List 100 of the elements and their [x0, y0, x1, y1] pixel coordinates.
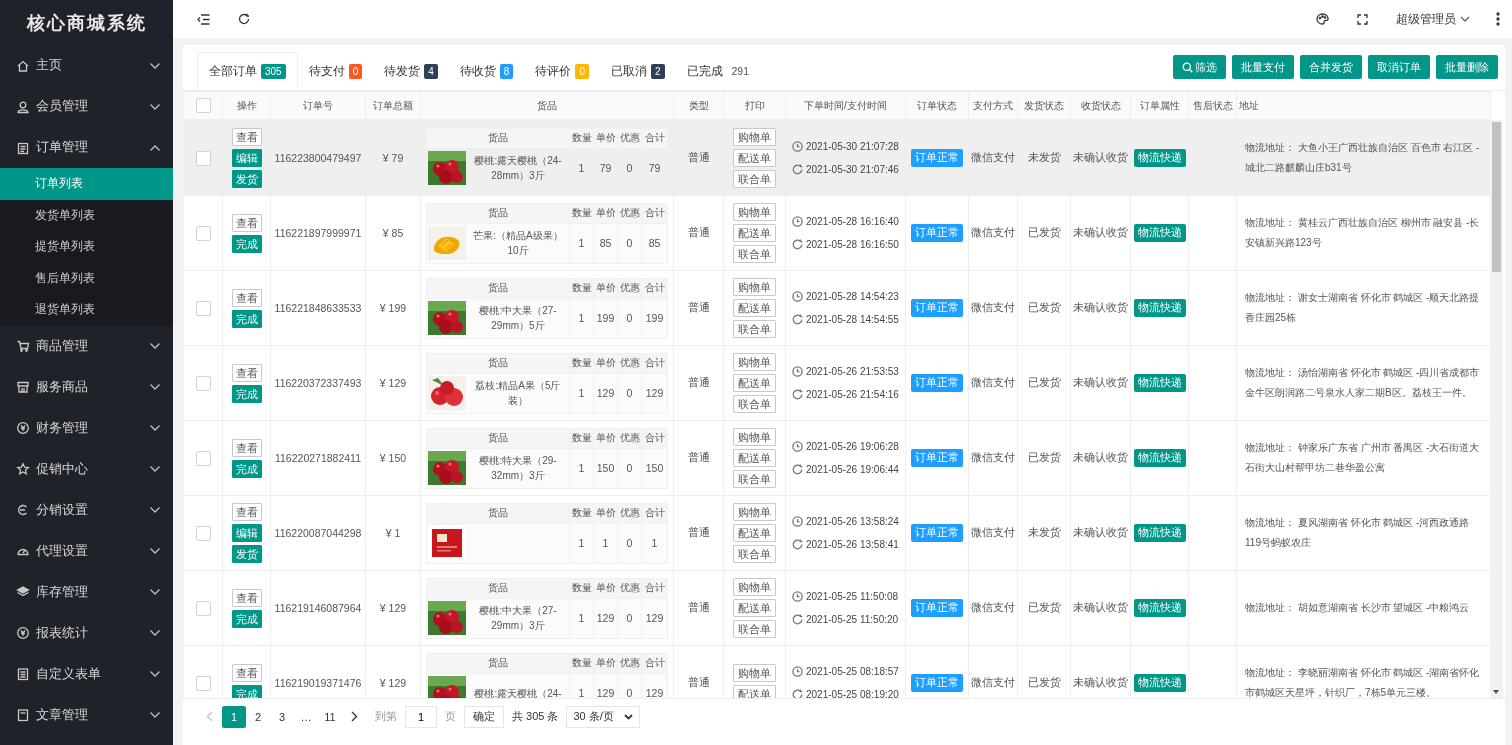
action-button[interactable]: 发货 [231, 545, 262, 563]
tab[interactable]: 待发货 4 [373, 52, 449, 90]
refresh-icon [792, 689, 803, 698]
toolbar-button[interactable]: 取消订单 [1368, 55, 1430, 79]
toolbar-button[interactable]: 合并发货 [1300, 55, 1362, 79]
print-button[interactable]: 购物单 [733, 578, 776, 596]
nav-item[interactable]: 库存管理 [0, 571, 173, 613]
print-button[interactable]: 配送单 [733, 224, 776, 242]
print-button[interactable]: 联合单 [733, 545, 776, 563]
checkbox[interactable] [195, 150, 211, 166]
page-size-select[interactable]: 30 条/页 [566, 705, 640, 728]
checkbox[interactable] [195, 98, 211, 113]
action-button[interactable]: 查看 [231, 128, 262, 146]
page-link[interactable]: 2 [246, 705, 270, 728]
column-header: 订单总额 [365, 91, 421, 120]
action-button[interactable]: 查看 [231, 663, 262, 682]
nav-item[interactable]: 报表统计 [0, 612, 173, 654]
print-button[interactable]: 联合单 [733, 470, 776, 488]
action-button[interactable]: 完成 [231, 234, 262, 253]
page-link[interactable]: 3 [270, 705, 294, 728]
clock-icon [792, 216, 803, 227]
print-button[interactable]: 联合单 [733, 395, 776, 413]
table-cell: 116219146087964 [270, 570, 366, 646]
checkbox[interactable] [195, 300, 211, 316]
checkbox[interactable] [195, 375, 211, 391]
tab[interactable]: 已完成 291 [675, 52, 761, 90]
nav-item[interactable]: 主页 [0, 45, 173, 86]
print-button[interactable]: 购物单 [733, 203, 776, 221]
nav-item[interactable]: 会员管理 [0, 86, 173, 127]
nav-item[interactable]: 促销中心 [0, 448, 173, 490]
page-link[interactable]: … [294, 705, 318, 728]
print-button[interactable]: 购物单 [733, 663, 776, 682]
action-button[interactable]: 查看 [231, 503, 262, 521]
user-menu[interactable]: 超级管理员 [1396, 10, 1470, 28]
nav-subitem[interactable]: 退货单列表 [0, 294, 173, 326]
print-button[interactable]: 购物单 [733, 278, 776, 296]
nav-item[interactable]: 分销设置 [0, 489, 173, 531]
checkbox[interactable] [195, 600, 211, 616]
print-button[interactable]: 配送单 [733, 524, 776, 542]
nav-item[interactable]: 代理设置 [0, 530, 173, 572]
nav-item[interactable]: 服务商品 [0, 366, 173, 408]
print-button[interactable]: 购物单 [733, 353, 776, 371]
action-button[interactable]: 查看 [231, 363, 262, 382]
nav-item[interactable]: 财务管理 [0, 407, 173, 449]
page-input[interactable]: 1 [405, 705, 437, 728]
action-button[interactable]: 完成 [231, 384, 262, 403]
checkbox[interactable] [195, 525, 211, 541]
tab[interactable]: 全部订单 305 [197, 52, 298, 90]
print-button[interactable]: 配送单 [733, 374, 776, 392]
nav-item[interactable]: 文章管理 [0, 694, 173, 736]
action-button[interactable]: 完成 [231, 459, 262, 478]
status-tag: 订单正常 [911, 674, 963, 692]
print-button[interactable]: 联合单 [733, 620, 776, 638]
clock-icon [792, 591, 803, 602]
action-button[interactable]: 查看 [231, 438, 262, 457]
nav-item[interactable]: 订单管理 [0, 127, 173, 168]
tab[interactable]: 待支付 0 [297, 52, 374, 90]
column-header: 合计 [641, 128, 668, 148]
nav-subitem[interactable]: 提货单列表 [0, 231, 173, 263]
action-button[interactable]: 查看 [231, 588, 262, 607]
nav-subitem[interactable]: 订单列表 [0, 168, 173, 200]
action-button[interactable]: 查看 [231, 213, 262, 232]
table-cell: 已发货 [1017, 345, 1071, 421]
checkbox[interactable] [195, 675, 211, 691]
confirm-button[interactable]: 确定 [464, 705, 504, 728]
nav-item[interactable]: 商品管理 [0, 325, 173, 367]
toolbar-button[interactable]: 批量支付 [1232, 55, 1294, 79]
nav-subitem[interactable]: 售后单列表 [0, 262, 173, 294]
tab[interactable]: 已取消 2 [599, 52, 676, 90]
print-button[interactable]: 购物单 [733, 503, 776, 521]
toolbar-button[interactable]: 批量删除 [1436, 55, 1498, 79]
checkbox[interactable] [195, 450, 211, 466]
checkbox[interactable] [195, 225, 211, 241]
nav-subitem[interactable]: 发货单列表 [0, 199, 173, 231]
order-time: 2021-05-25 08:18:57 [806, 665, 899, 679]
page-link[interactable]: 11 [318, 705, 342, 728]
print-button[interactable]: 购物单 [733, 428, 776, 446]
toolbar-button[interactable]: 筛选 [1173, 55, 1226, 79]
print-button[interactable]: 配送单 [733, 599, 776, 617]
tab[interactable]: 待评价 0 [524, 52, 600, 90]
nav-item[interactable]: 自定义表单 [0, 653, 173, 695]
product-name: 樱桃:特大果（29-32mm）3斤 [478, 454, 558, 483]
action-button[interactable]: 完成 [231, 609, 262, 628]
column-header: 货品 [426, 578, 570, 598]
print-button[interactable]: 联合单 [733, 245, 776, 263]
action-button[interactable]: 编辑 [231, 149, 262, 167]
page-link[interactable]: 1 [222, 705, 246, 728]
action-button[interactable]: 完成 [231, 309, 262, 328]
print-button[interactable]: 配送单 [733, 299, 776, 317]
print-button[interactable]: 联合单 [733, 170, 776, 188]
action-button[interactable]: 发货 [231, 170, 262, 188]
action-button[interactable]: 编辑 [231, 524, 262, 542]
print-button[interactable]: 购物单 [733, 128, 776, 146]
action-button[interactable]: 完成 [231, 684, 262, 698]
print-button[interactable]: 配送单 [733, 449, 776, 467]
count-badge: 4 [424, 63, 438, 79]
print-button[interactable]: 联合单 [733, 320, 776, 338]
tab[interactable]: 待收货 8 [448, 52, 525, 90]
print-button[interactable]: 配送单 [733, 149, 776, 167]
action-button[interactable]: 查看 [231, 288, 262, 307]
